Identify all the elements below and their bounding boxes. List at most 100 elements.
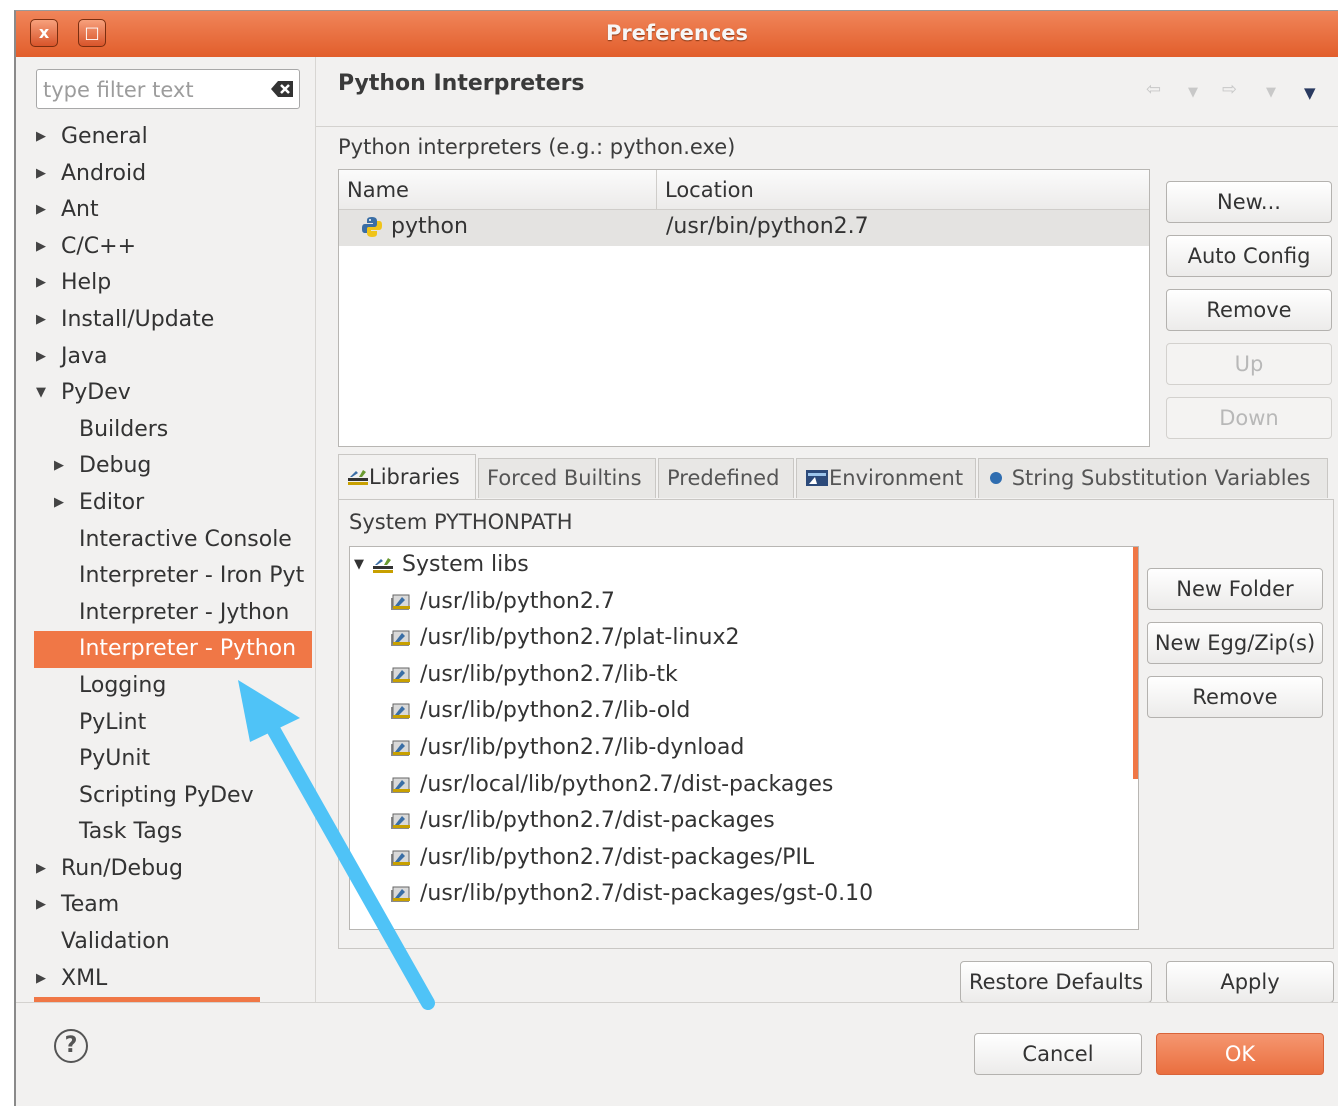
collapsed-arrow-icon[interactable]: ▶ — [36, 192, 46, 228]
title-bar[interactable]: x □ Preferences — [16, 11, 1338, 57]
expanded-arrow-icon[interactable]: ▼ — [354, 547, 364, 583]
library-path-label: /usr/lib/python2.7/dist-packages/gst-0.1… — [420, 881, 874, 907]
libraries-tree[interactable]: ▼ System libs/usr/lib/python2.7/usr/lib/p… — [349, 546, 1139, 930]
collapsed-arrow-icon[interactable]: ▶ — [54, 448, 64, 484]
filter-input[interactable] — [43, 76, 259, 104]
nav-item-scripting-pydev[interactable]: Scripting PyDev — [20, 778, 314, 815]
nav-item-label: Ant — [61, 197, 99, 223]
forward-menu-icon[interactable]: ▼ — [1266, 85, 1276, 100]
library-path-label: /usr/lib/python2.7/lib-tk — [420, 661, 678, 687]
new-egg-zip-button[interactable]: New Egg/Zip(s) — [1147, 622, 1323, 664]
nav-item-label: Interactive Console — [79, 526, 292, 552]
nav-item-logging[interactable]: Logging — [20, 668, 314, 705]
nav-item-android[interactable]: ▶ Android — [20, 156, 314, 193]
interpreters-table: Name Location python /usr/bin/python2.7 — [338, 169, 1150, 447]
nav-item-label: PyLint — [79, 709, 147, 735]
nav-item-task-tags[interactable]: Task Tags — [20, 814, 314, 851]
nav-item-install-update[interactable]: ▶ Install/Update — [20, 302, 314, 339]
remove-library-button[interactable]: Remove — [1147, 676, 1323, 718]
nav-item-label: Validation — [61, 929, 170, 955]
folder-library-icon — [391, 740, 410, 756]
clear-filter-icon[interactable] — [269, 78, 295, 100]
nav-item-label: Android — [61, 160, 147, 186]
nav-item-team[interactable]: ▶ Team — [20, 887, 314, 924]
restore-defaults-button[interactable]: Restore Defaults — [960, 961, 1152, 1003]
up-button[interactable]: Up — [1166, 343, 1332, 385]
tab-environment[interactable]: Environment — [796, 458, 976, 498]
tab-environment-label: Environment — [829, 466, 964, 490]
interpreter-name: python — [391, 214, 468, 239]
library-path-label: /usr/lib/python2.7/dist-packages/PIL — [420, 844, 815, 870]
nav-item-help[interactable]: ▶ Help — [20, 265, 314, 302]
collapsed-arrow-icon[interactable]: ▶ — [36, 265, 46, 301]
nav-item-run-debug[interactable]: ▶ Run/Debug — [20, 851, 314, 888]
collapsed-arrow-icon[interactable]: ▶ — [36, 339, 46, 375]
nav-item-ant[interactable]: ▶ Ant — [20, 192, 314, 229]
apply-button[interactable]: Apply — [1166, 961, 1334, 1003]
nav-item-interpreter-iron-pyt[interactable]: Interpreter - Iron Pyt — [20, 558, 314, 595]
folder-library-icon — [391, 594, 410, 610]
back-menu-icon[interactable]: ▼ — [1188, 85, 1198, 100]
collapsed-arrow-icon[interactable]: ▶ — [36, 961, 46, 997]
auto-config-button[interactable]: Auto Config — [1166, 235, 1332, 277]
interpreters-label: Python interpreters (e.g.: python.exe) — [338, 135, 736, 159]
nav-item-interpreter-jython[interactable]: Interpreter - Jython — [20, 595, 314, 632]
table-row[interactable]: python /usr/bin/python2.7 — [339, 210, 1149, 246]
tab-predefined-label: Predefined — [667, 466, 780, 490]
tab-libraries[interactable]: Libraries — [338, 454, 476, 500]
column-header-location[interactable]: Location — [657, 170, 1149, 210]
tab-libraries-label: Libraries — [369, 465, 460, 489]
tab-predefined[interactable]: Predefined — [658, 458, 794, 498]
nav-item-label: Logging — [79, 672, 167, 698]
tab-forced-builtins[interactable]: Forced Builtins — [478, 458, 656, 498]
nav-item-editor[interactable]: ▶ Editor — [20, 485, 314, 522]
nav-item-debug[interactable]: ▶ Debug — [20, 448, 314, 485]
nav-item-builders[interactable]: Builders — [20, 412, 314, 449]
collapsed-arrow-icon[interactable]: ▶ — [36, 887, 46, 923]
nav-item-label: PyDev — [61, 380, 131, 406]
nav-item-java[interactable]: ▶ Java — [20, 339, 314, 376]
nav-item-label: Task Tags — [79, 819, 183, 845]
nav-item-xml[interactable]: ▶ XML — [20, 961, 314, 998]
nav-item-pydev[interactable]: ▼ PyDev — [20, 375, 314, 412]
help-icon[interactable]: ? — [54, 1029, 88, 1063]
interpreter-location: /usr/bin/python2.7 — [666, 214, 869, 239]
preference-page: Python Interpreters ⇦ ▼ ⇨ ▼ ▼ Python int… — [315, 57, 1338, 1003]
nav-item-label: Interpreter - Python — [79, 636, 297, 662]
tab-string-substitution[interactable]: String Substitution Variables — [978, 458, 1328, 498]
column-header-name[interactable]: Name — [339, 170, 657, 210]
cancel-button[interactable]: Cancel — [974, 1033, 1142, 1075]
dialog-footer: ? Cancel OK — [16, 1002, 1338, 1106]
collapsed-arrow-icon[interactable]: ▶ — [36, 119, 46, 155]
library-path-label: /usr/lib/python2.7/lib-old — [420, 698, 691, 724]
nav-item-interpreter-python[interactable]: Interpreter - Python — [34, 631, 312, 668]
expanded-arrow-icon[interactable]: ▼ — [36, 375, 46, 411]
forward-icon[interactable]: ⇨ — [1222, 79, 1237, 100]
nav-item-general[interactable]: ▶ General — [20, 119, 314, 156]
view-menu-icon[interactable]: ▼ — [1304, 84, 1316, 102]
libraries-scrollbar[interactable] — [1133, 547, 1138, 779]
nav-item-c-c[interactable]: ▶ C/C++ — [20, 229, 314, 266]
nav-item-label: Interpreter - Jython — [79, 599, 290, 625]
collapsed-arrow-icon[interactable]: ▶ — [36, 156, 46, 192]
new-folder-button[interactable]: New Folder — [1147, 568, 1323, 610]
preferences-nav: ▶ General ▶ Android ▶ Ant ▶ C/C++ ▶ Help ▶ Install/… — [20, 57, 314, 1002]
nav-item-pyunit[interactable]: PyUnit — [20, 741, 314, 778]
nav-item-validation[interactable]: Validation — [20, 924, 314, 961]
collapsed-arrow-icon[interactable]: ▶ — [36, 851, 46, 887]
collapsed-arrow-icon[interactable]: ▶ — [36, 302, 46, 338]
nav-item-label: Builders — [79, 416, 169, 442]
collapsed-arrow-icon[interactable]: ▶ — [36, 229, 46, 265]
collapsed-arrow-icon[interactable]: ▶ — [54, 485, 64, 521]
remove-interpreter-button[interactable]: Remove — [1166, 289, 1332, 331]
preferences-window: x □ Preferences ▶ General ▶ Android ▶ Ant ▶ C/C… — [14, 10, 1338, 1106]
ok-button[interactable]: OK — [1156, 1033, 1324, 1075]
bullet-icon — [990, 472, 1002, 484]
nav-item-label: PyUnit — [79, 746, 151, 772]
back-icon[interactable]: ⇦ — [1146, 79, 1161, 100]
nav-item-pylint[interactable]: PyLint — [20, 705, 314, 742]
down-button[interactable]: Down — [1166, 397, 1332, 439]
nav-item-interactive-console[interactable]: Interactive Console — [20, 522, 314, 559]
interpreter-tabs: Libraries Forced Builtins Predefined Env… — [338, 454, 1338, 500]
new-interpreter-button[interactable]: New... — [1166, 181, 1332, 223]
